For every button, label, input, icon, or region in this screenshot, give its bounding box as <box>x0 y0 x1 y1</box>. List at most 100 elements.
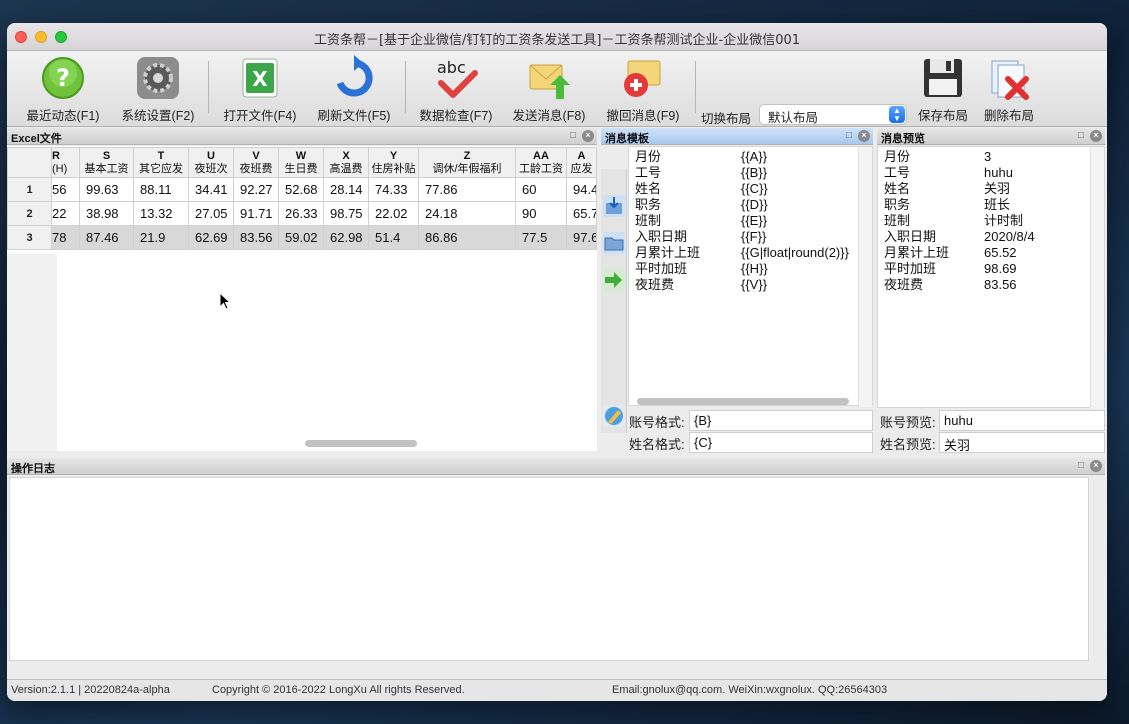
excel-grid[interactable]: R (H) S 基本工资 T 其它应发 U 夜班次 V 夜班费 W 生日费 X 高温费 Y 住房补贴 Z 调休/年… <box>7 146 597 451</box>
column-header[interactable]: Z 调休/年假福利 <box>418 147 516 178</box>
delete-layout-button[interactable]: 删除布局 <box>977 55 1041 124</box>
close-panel-icon[interactable]: × <box>582 130 594 142</box>
switch-layout-label: 切换布局 <box>701 112 752 126</box>
table-cell[interactable]: 34.41 <box>188 177 234 202</box>
table-cell[interactable]: 77.86 <box>418 177 516 202</box>
send-message-button[interactable]: 发送消息(F8) <box>507 55 591 124</box>
table-cell[interactable]: 77.5 <box>515 225 567 250</box>
folder-icon[interactable] <box>603 232 625 254</box>
table-cell[interactable]: 38.98 <box>79 201 134 226</box>
table-cell[interactable]: 86.86 <box>418 225 516 250</box>
table-cell[interactable]: 78 <box>51 225 80 250</box>
table-cell[interactable]: 97.6 <box>566 225 597 250</box>
table-cell[interactable]: 74.33 <box>368 177 419 202</box>
save-layout-button[interactable]: 保存布局 <box>911 55 975 124</box>
system-settings-button[interactable]: 系统设置(F2) <box>117 55 199 124</box>
table-cell[interactable]: 65.7 <box>566 201 597 226</box>
column-header[interactable]: W 生日费 <box>278 147 324 178</box>
table-row[interactable]: 2 22 38.98 13.32 27.05 91.71 26.33 98.75 22.02 24… <box>7 201 597 226</box>
column-name: 夜班次 <box>194 162 228 175</box>
list-item: 月份 {{A}} <box>635 149 866 165</box>
column-letter: A <box>577 149 586 162</box>
apply-arrow-icon[interactable] <box>603 269 625 291</box>
table-cell[interactable]: 13.32 <box>133 201 189 226</box>
column-header[interactable]: Y 住房补贴 <box>368 147 419 178</box>
column-header[interactable]: S 基本工资 <box>79 147 134 178</box>
field-name: 月累计上班 <box>884 245 950 260</box>
title-bar: 工资条帮－[基于企业微信/钉钉的工资条发送工具]－工资条帮测试企业-企业微信00… <box>7 23 1107 51</box>
corner-cell[interactable] <box>7 147 52 178</box>
table-cell[interactable]: 90 <box>515 201 567 226</box>
maximize-panel-icon[interactable]: □ <box>1075 130 1087 142</box>
column-header[interactable]: T 其它应发 <box>133 147 189 178</box>
table-row[interactable]: 1 56 99.63 88.11 34.41 92.27 52.68 28.14 74.33 77… <box>7 177 597 202</box>
column-header[interactable]: V 夜班费 <box>233 147 279 178</box>
column-header[interactable]: U 夜班次 <box>188 147 234 178</box>
template-vscroll[interactable] <box>858 147 872 407</box>
layout-select[interactable]: 默认布局 ▲ ▼ <box>759 104 907 125</box>
revoke-message-button[interactable]: 撤回消息(F9) <box>601 55 685 124</box>
close-panel-icon[interactable]: × <box>858 130 870 142</box>
table-row[interactable]: 3 78 87.46 21.9 62.69 83.56 59.02 62.98 51.4 86.8… <box>7 225 597 250</box>
horizontal-scrollbar[interactable] <box>305 440 417 447</box>
column-letter: AA <box>533 149 549 162</box>
maximize-panel-icon[interactable]: □ <box>843 130 855 142</box>
table-cell[interactable]: 87.46 <box>79 225 134 250</box>
table-cell[interactable]: 52.68 <box>278 177 324 202</box>
column-name: 调休/年假福利 <box>432 162 502 175</box>
table-cell[interactable]: 59.02 <box>278 225 324 250</box>
maximize-panel-icon[interactable]: □ <box>567 130 579 142</box>
column-header[interactable]: A 应发 <box>566 147 597 178</box>
table-cell[interactable]: 26.33 <box>278 201 324 226</box>
table-cell[interactable]: 24.18 <box>418 201 516 226</box>
operation-log[interactable] <box>9 477 1089 661</box>
import-template-icon[interactable] <box>603 195 625 217</box>
row-header[interactable]: 1 <box>7 177 52 202</box>
row-header[interactable]: 2 <box>7 201 52 226</box>
account-preview-label: 账号预览: <box>880 415 936 430</box>
column-header[interactable]: X 高温费 <box>323 147 369 178</box>
edit-template-icon[interactable] <box>603 405 625 427</box>
close-panel-icon[interactable]: × <box>1090 130 1102 142</box>
table-cell[interactable]: 62.69 <box>188 225 234 250</box>
field-value: 65.52 <box>984 245 1017 260</box>
account-preview-field: huhu <box>939 410 1105 431</box>
table-cell[interactable]: 21.9 <box>133 225 189 250</box>
list-item: 夜班费 {{V}} <box>635 277 866 293</box>
table-cell[interactable]: 60 <box>515 177 567 202</box>
list-item: 夜班费 83.56 <box>884 277 1098 293</box>
preview-vscroll[interactable] <box>1090 147 1104 409</box>
table-cell[interactable]: 62.98 <box>323 225 369 250</box>
close-panel-icon[interactable]: × <box>1090 460 1102 472</box>
account-format-field[interactable]: {B} <box>689 410 873 431</box>
table-cell[interactable]: 83.56 <box>233 225 279 250</box>
table-cell[interactable]: 51.4 <box>368 225 419 250</box>
contact-text: Email:gnolux@qq.com. WeiXin:wxgnolux. QQ… <box>612 684 888 696</box>
maximize-panel-icon[interactable]: □ <box>1075 460 1087 472</box>
window-title: 工资条帮－[基于企业微信/钉钉的工资条发送工具]－工资条帮测试企业-企业微信00… <box>313 33 801 48</box>
table-cell[interactable]: 94.4 <box>566 177 597 202</box>
table-cell[interactable]: 22.02 <box>368 201 419 226</box>
table-cell[interactable]: 91.71 <box>233 201 279 226</box>
field-value: 2020/8/4 <box>984 229 1035 244</box>
table-cell[interactable]: 92.27 <box>233 177 279 202</box>
table-cell[interactable]: 22 <box>51 201 80 226</box>
table-cell[interactable]: 28.14 <box>323 177 369 202</box>
template-editor[interactable]: 月份 {{A}} 工号 {{B}} 姓名 {{C}} 职务 {{D}} 班制 {{E}} 入职日期 {… <box>628 146 873 407</box>
column-header[interactable]: AA 工龄工资 <box>515 147 567 178</box>
field-value: 98.69 <box>984 261 1017 276</box>
row-header[interactable]: 3 <box>7 225 52 250</box>
data-check-button[interactable]: abc 数据检查(F7) <box>415 55 497 124</box>
table-cell[interactable]: 98.75 <box>323 201 369 226</box>
column-header[interactable]: R (H) <box>51 147 80 178</box>
open-file-button[interactable]: X 打开文件(F4) <box>219 55 301 124</box>
table-cell[interactable]: 56 <box>51 177 80 202</box>
refresh-file-button[interactable]: 刷新文件(F5) <box>313 55 395 124</box>
table-cell[interactable]: 99.63 <box>79 177 134 202</box>
template-scrollbar[interactable] <box>637 398 849 405</box>
name-format-field[interactable]: {C} <box>689 432 873 453</box>
table-cell[interactable]: 88.11 <box>133 177 189 202</box>
excel-panel-title: Excel文件 <box>11 133 62 145</box>
table-cell[interactable]: 27.05 <box>188 201 234 226</box>
recent-activity-button[interactable]: ? 最近动态(F1) <box>23 55 103 124</box>
